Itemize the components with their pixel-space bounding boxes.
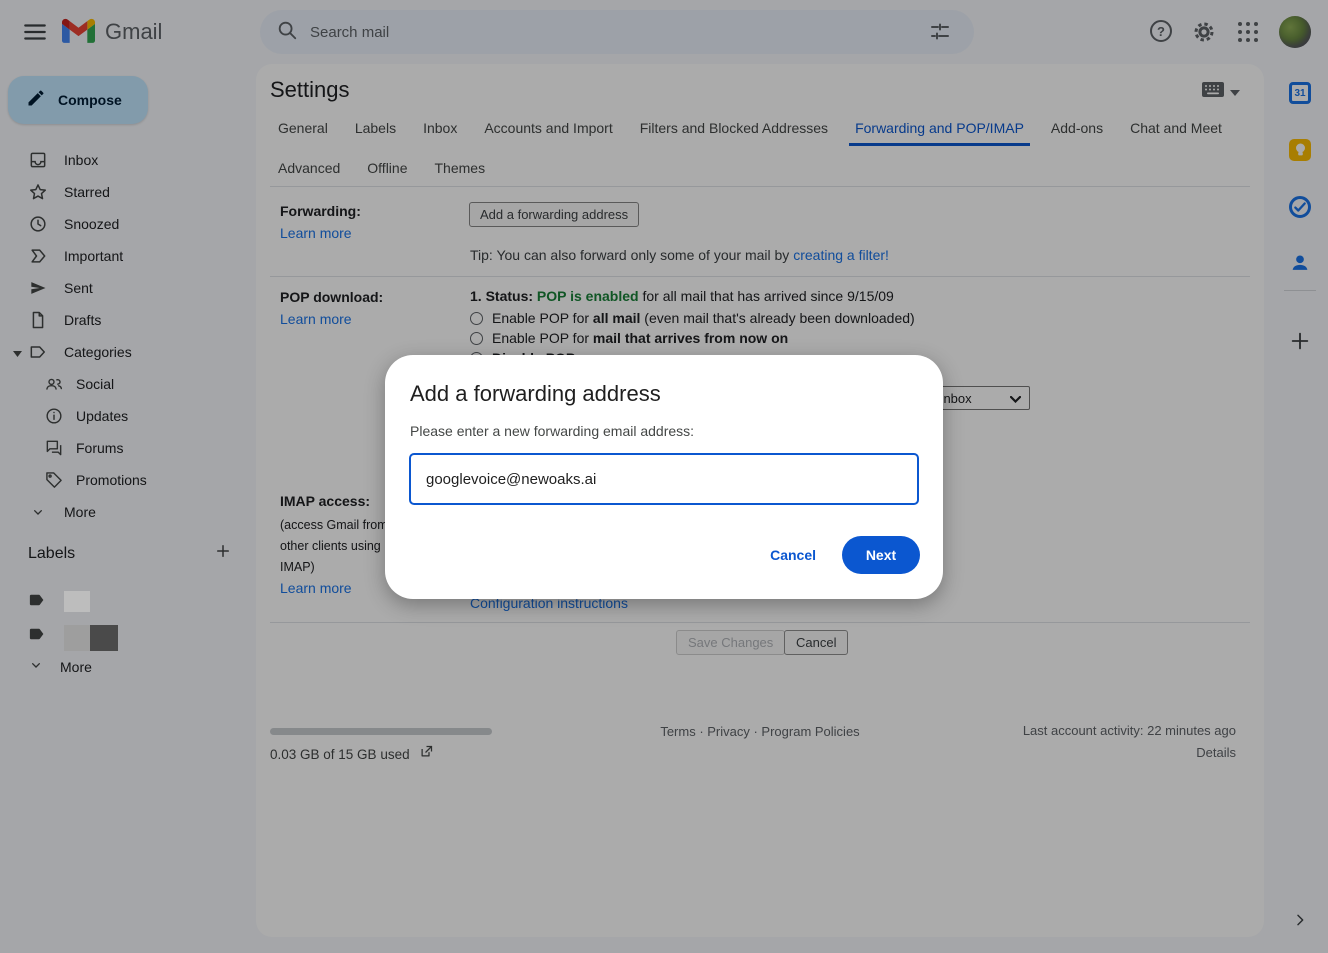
label-name-redacted [64, 591, 90, 612]
forwarding-email-input[interactable] [409, 453, 919, 505]
dialog-title: Add a forwarding address [410, 381, 661, 407]
dialog-prompt: Please enter a new forwarding email addr… [410, 423, 694, 439]
label-name-redacted [90, 625, 118, 651]
label-name-redacted [64, 625, 90, 651]
dialog-cancel-button[interactable]: Cancel [770, 547, 816, 563]
add-forwarding-address-dialog: Add a forwarding address Please enter a … [385, 355, 943, 599]
dialog-next-button[interactable]: Next [842, 536, 920, 574]
